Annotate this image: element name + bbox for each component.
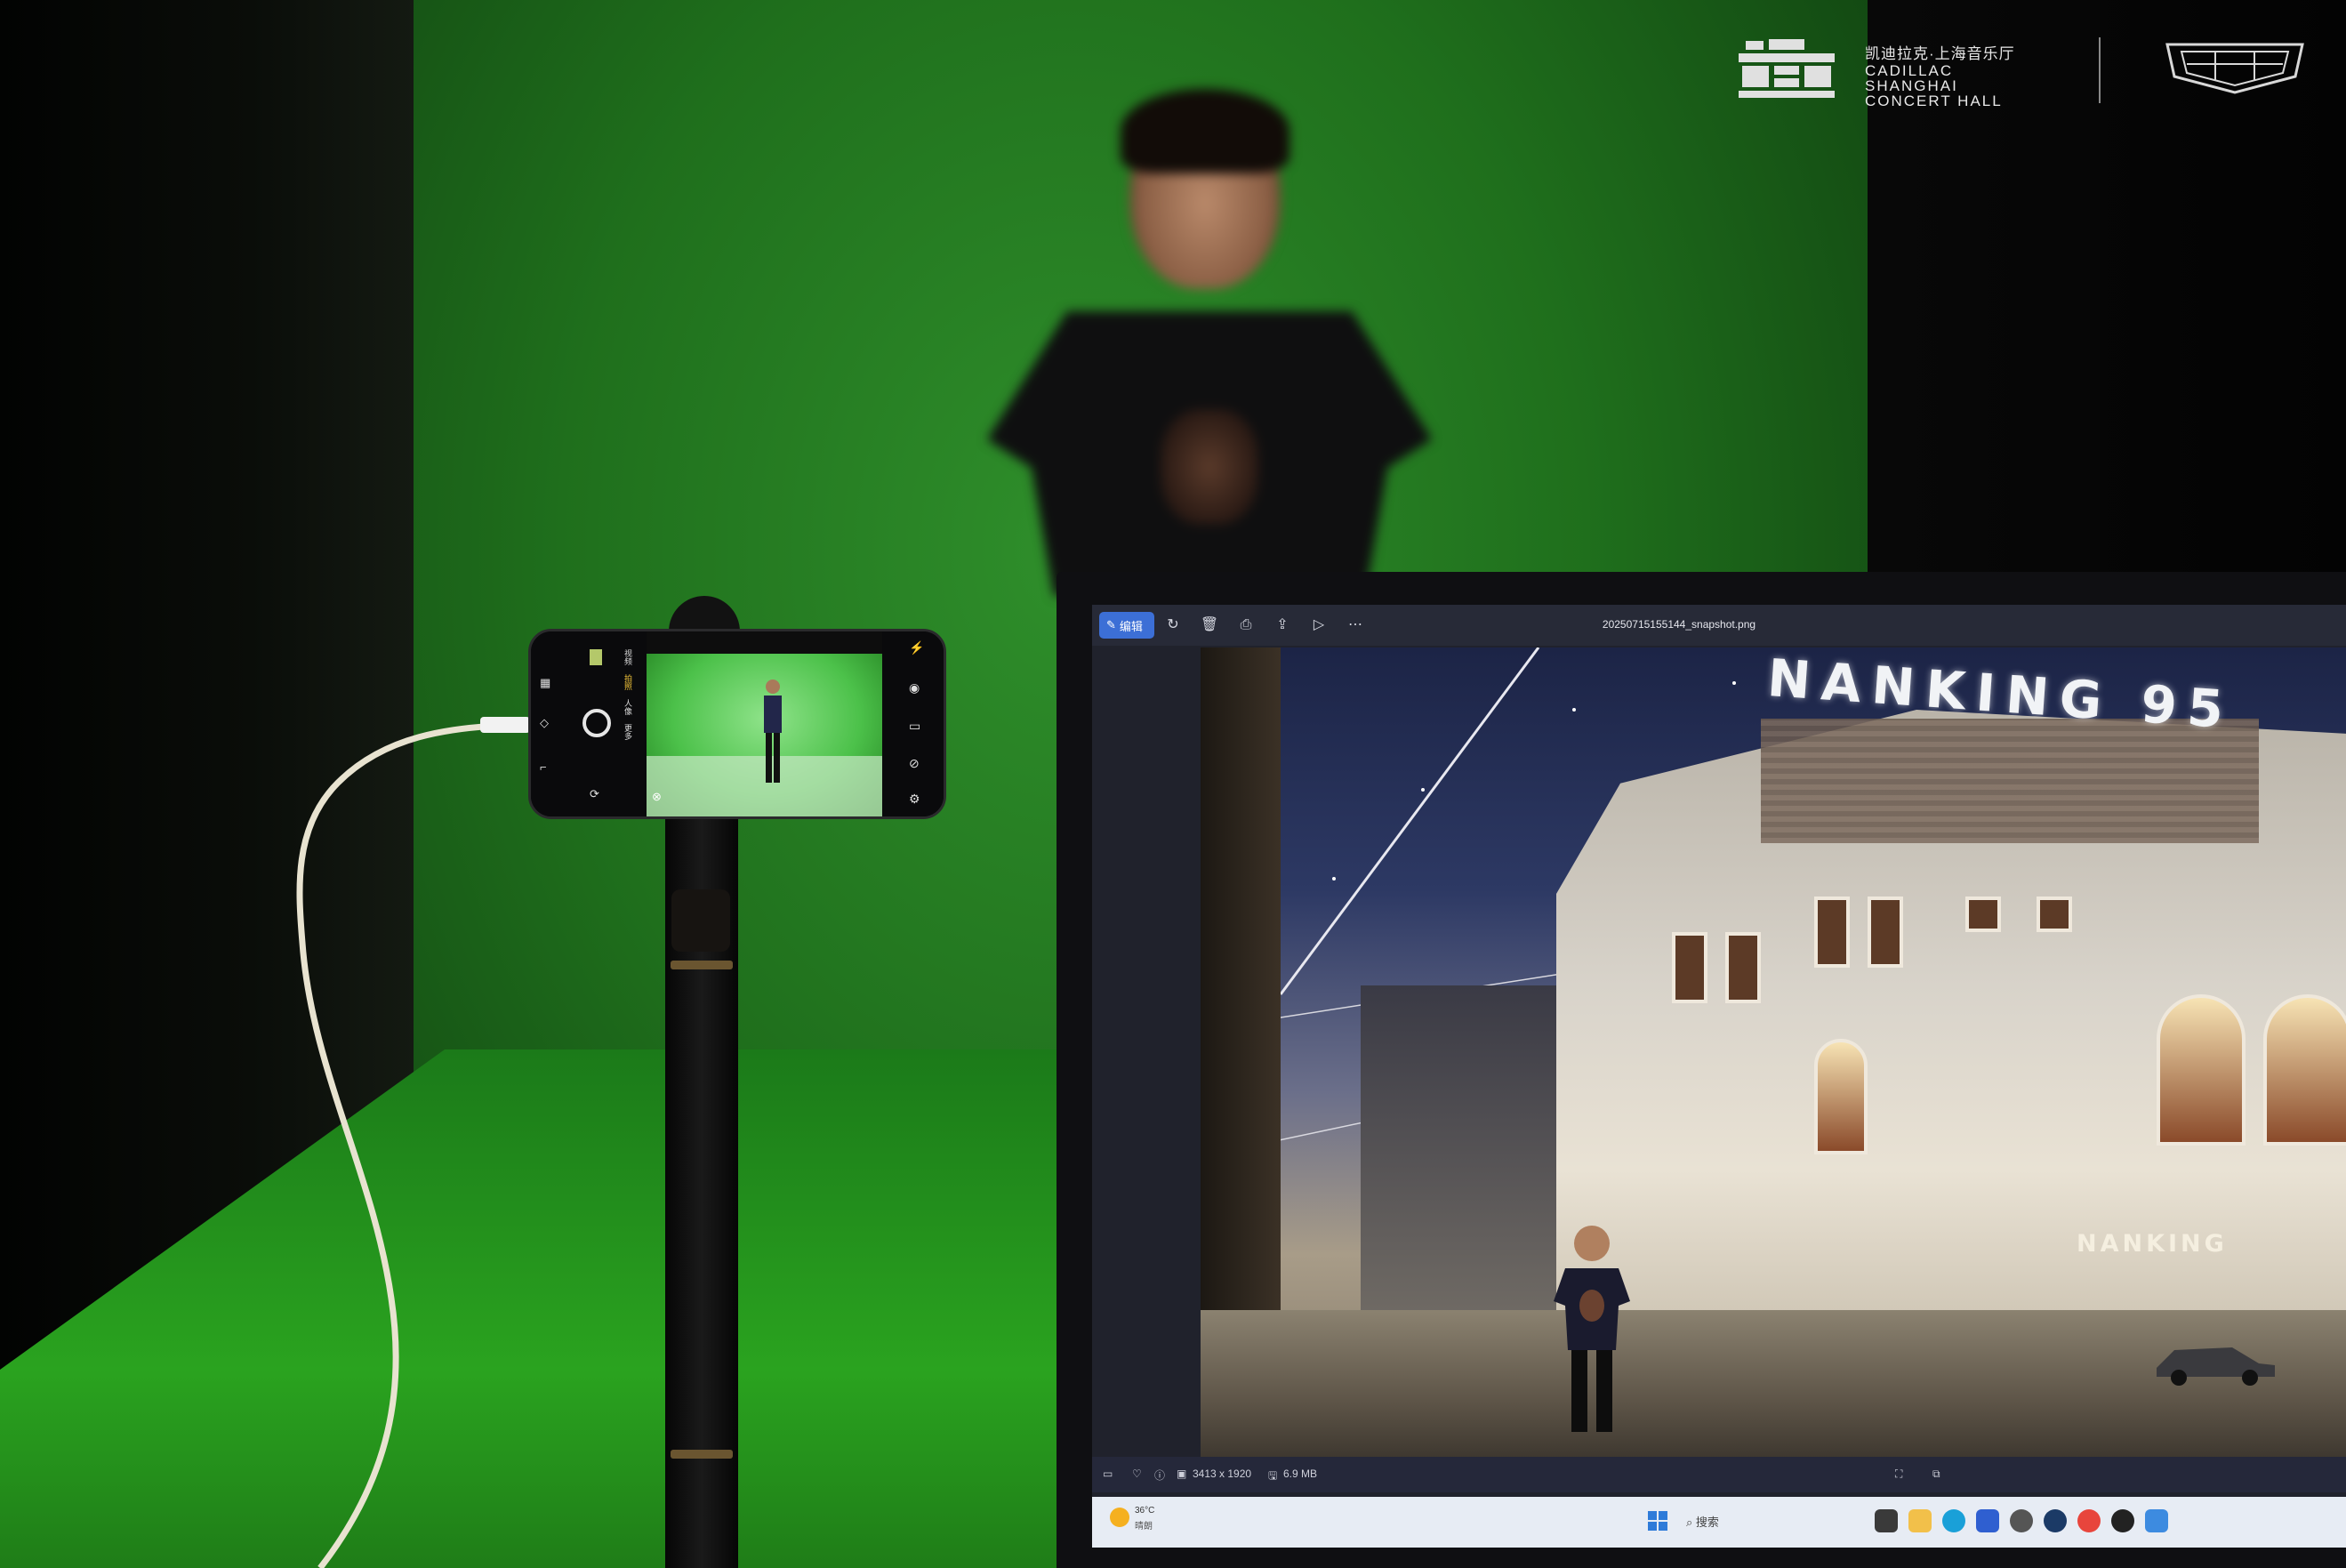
- viewer-statusbar: ▭ ♡ ⓘ ▣ 3413 x 1920 🖫 6.9 MB ⛶ ⧉: [1092, 1457, 2346, 1492]
- last-photo-thumbnail[interactable]: [590, 649, 602, 665]
- switch-camera-icon[interactable]: ⟳: [590, 787, 599, 801]
- steam-icon[interactable]: [2044, 1509, 2067, 1532]
- close-icon[interactable]: ⊗: [652, 790, 662, 804]
- camera-controls-panel: ▦ ◇ ⌐ ⟳ 视频 拍照 人像 更多: [531, 631, 647, 816]
- photo-scene: 凯迪拉克·上海音乐厅 CADILLAC SHANGHAI CONCERT HAL…: [0, 0, 2346, 1568]
- rotate-icon[interactable]: ↻: [1163, 615, 1183, 635]
- taskbar-search[interactable]: ⌕ 搜索: [1686, 1513, 1719, 1530]
- photos-app-icon[interactable]: [2145, 1509, 2168, 1532]
- favorite-icon[interactable]: ♡: [1132, 1467, 1142, 1480]
- camera-side-panel: ⚡ ◉ ▭ ⊘ ⚙: [882, 631, 944, 816]
- task-view-icon[interactable]: [1875, 1509, 1898, 1532]
- mode-item[interactable]: 更多: [623, 724, 634, 740]
- mode-item[interactable]: 人像: [623, 699, 634, 715]
- edge-browser-icon[interactable]: [1942, 1509, 1965, 1532]
- windows-start-icon[interactable]: [1648, 1511, 1667, 1531]
- hdr-icon[interactable]: ◉: [909, 680, 920, 696]
- fit-screen-icon[interactable]: ⛶: [1895, 1467, 1902, 1481]
- edit-icon: ✎: [1106, 618, 1116, 631]
- composited-person: [1554, 1226, 1630, 1432]
- actual-size-icon[interactable]: ⧉: [1932, 1467, 1940, 1481]
- gallery-icon[interactable]: ▦: [540, 676, 550, 690]
- print-icon[interactable]: ⎙: [1236, 615, 1256, 635]
- more-settings-icon[interactable]: ⚙: [909, 792, 920, 807]
- vintage-car: [2157, 1347, 2275, 1386]
- chrome-icon[interactable]: [2077, 1509, 2101, 1532]
- store-icon[interactable]: [1976, 1509, 1999, 1532]
- weather-temp: 36°C: [1135, 1506, 1155, 1516]
- viewer-toolbar: ✎ 编辑 ↻ 🗑 ⎙ ⇪ ▷ ⋯ 20250715155144_snapshot…: [1092, 605, 2346, 646]
- flash-icon[interactable]: ⚡: [909, 640, 924, 655]
- slideshow-icon[interactable]: ▷: [1309, 615, 1329, 635]
- dimensions-icon: ▣: [1177, 1467, 1187, 1480]
- photos-app-window: ✎ 编辑 ↻ 🗑 ⎙ ⇪ ▷ ⋯ 20250715155144_snapshot…: [1092, 605, 2346, 1548]
- filmstrip-icon[interactable]: ▭: [1103, 1467, 1113, 1480]
- camera-viewfinder: ⊗: [647, 631, 887, 816]
- edit-label: 编辑: [1119, 619, 1143, 633]
- camera-mode-selector[interactable]: 视频 拍照 人像 更多: [623, 649, 634, 809]
- smartphone-camera: ▦ ◇ ⌐ ⟳ 视频 拍照 人像 更多 ⊗ ⚡ ◉ ▭ ⊘ ⚙: [528, 629, 946, 819]
- mode-item-active[interactable]: 拍照: [623, 674, 634, 690]
- nanking-theater-building: [1556, 674, 2346, 1323]
- flip-camera-icon[interactable]: ⌐: [540, 760, 547, 774]
- ratio-icon[interactable]: ▭: [909, 719, 920, 734]
- sunny-icon: [1110, 1508, 1129, 1527]
- image-canvas[interactable]: NANKING 95 NANKING: [1201, 647, 2346, 1457]
- mode-item[interactable]: 视频: [623, 649, 634, 665]
- search-placeholder: 搜索: [1695, 1516, 1719, 1529]
- delete-icon[interactable]: 🗑: [1200, 615, 1219, 635]
- image-file-size: 6.9 MB: [1283, 1467, 1318, 1480]
- edit-button[interactable]: ✎ 编辑: [1099, 612, 1154, 639]
- more-icon[interactable]: ⋯: [1346, 615, 1365, 635]
- app-icon[interactable]: [2010, 1509, 2033, 1532]
- nanking-sign-secondary: NANKING: [2077, 1230, 2228, 1258]
- shutter-button[interactable]: [582, 709, 611, 737]
- weather-condition: 晴朗: [1135, 1522, 1153, 1532]
- filter-icon[interactable]: ⊘: [909, 756, 920, 771]
- app-icon[interactable]: [2111, 1509, 2134, 1532]
- file-explorer-icon[interactable]: [1908, 1509, 1932, 1532]
- viewfinder-person: [764, 679, 782, 783]
- settings-icon[interactable]: ◇: [540, 716, 549, 730]
- image-dimensions: 3413 x 1920: [1193, 1467, 1252, 1480]
- search-icon: ⌕: [1686, 1516, 1693, 1529]
- share-icon[interactable]: ⇪: [1273, 615, 1292, 635]
- info-icon[interactable]: ⓘ: [1154, 1467, 1165, 1483]
- windows-taskbar: 36°C 晴朗 ⌕ 搜索: [1092, 1497, 2346, 1548]
- file-size-icon: 🖫: [1268, 1469, 1278, 1482]
- file-name: 20250715155144_snapshot.png: [1602, 618, 1756, 631]
